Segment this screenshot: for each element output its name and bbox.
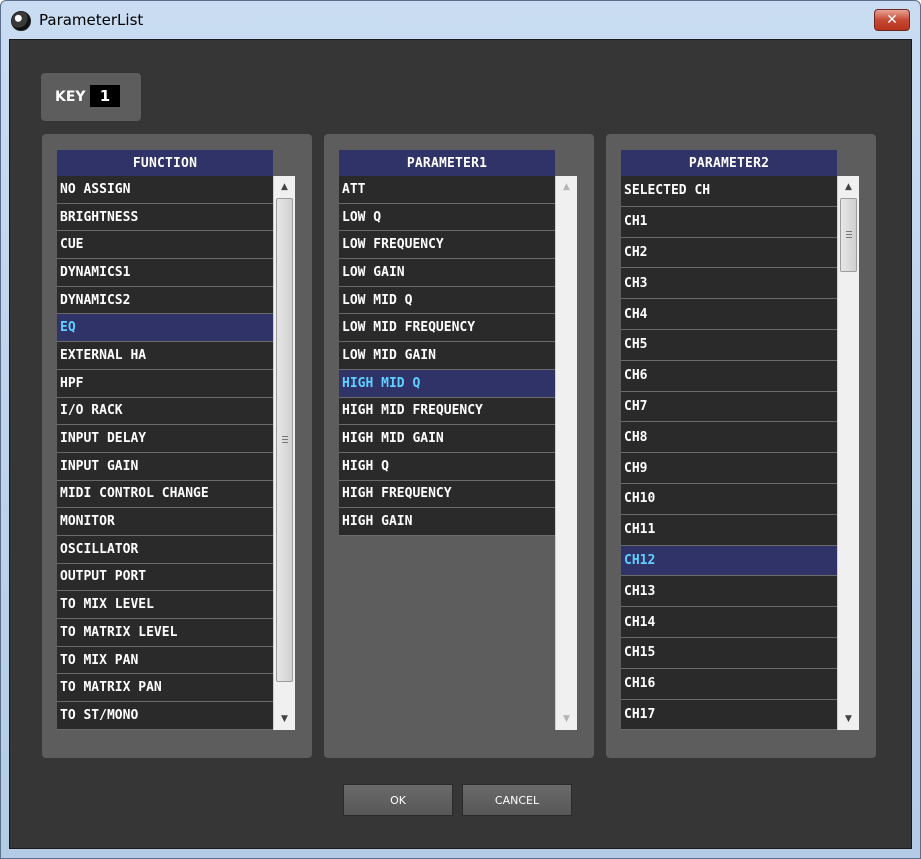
list-item[interactable]: CH14 (621, 607, 837, 638)
scroll-thumb[interactable] (840, 198, 857, 272)
list-item[interactable]: NO ASSIGN (57, 176, 273, 204)
list-item[interactable]: HIGH FREQUENCY (339, 481, 555, 509)
list-item[interactable]: CUE (57, 231, 273, 260)
list-item[interactable]: CH7 (621, 392, 837, 423)
list-item[interactable]: HIGH MID GAIN (339, 425, 555, 453)
list-item[interactable]: INPUT DELAY (57, 425, 273, 453)
list-item[interactable]: CH9 (621, 453, 837, 484)
parameter1-panel: PARAMETER1 ATT LOW Q LOW FREQUENCY LOW GAIN… (324, 134, 594, 758)
scroll-up-icon[interactable]: ▲ (838, 178, 859, 196)
list-item[interactable]: CH16 (621, 669, 837, 700)
list-item[interactable]: HIGH GAIN (339, 508, 555, 536)
function-header: FUNCTION (57, 150, 273, 176)
list-item[interactable]: CH6 (621, 361, 837, 392)
parameter1-scrollbar[interactable]: ▲ ▼ (555, 176, 577, 730)
list-item[interactable]: BRIGHTNESS (57, 204, 273, 232)
list-item[interactable]: CH13 (621, 576, 837, 608)
dialog-body: KEY 1 FUNCTION NO ASSIGN BRIGHTNESS CUE DYN… (9, 39, 912, 849)
scroll-down-icon[interactable]: ▼ (556, 710, 577, 728)
list-item[interactable]: LOW Q (339, 204, 555, 232)
list-item[interactable]: CH15 (621, 638, 837, 669)
list-item[interactable]: HPF (57, 370, 273, 398)
scroll-up-icon[interactable]: ▲ (556, 178, 577, 196)
window-title: ParameterList (39, 11, 144, 29)
scroll-down-icon[interactable]: ▼ (838, 710, 859, 728)
list-item[interactable]: EXTERNAL HA (57, 342, 273, 370)
list-item[interactable]: I/O RACK (57, 398, 273, 426)
list-item[interactable]: CH11 (621, 515, 837, 546)
close-icon: ✕ (886, 12, 898, 28)
list-item[interactable]: SELECTED CH (621, 176, 837, 207)
parameter2-header: PARAMETER2 (621, 150, 837, 176)
list-item[interactable]: EQ (57, 314, 273, 343)
list-item[interactable]: ATT (339, 176, 555, 204)
list-item[interactable]: LOW MID FREQUENCY (339, 314, 555, 343)
cancel-button[interactable]: CANCEL (462, 784, 572, 816)
key-box: KEY 1 (41, 73, 141, 121)
list-item[interactable]: CH1 (621, 207, 837, 238)
function-scrollbar[interactable]: ▲ ▼ (273, 176, 295, 730)
list-item[interactable]: TO MATRIX PAN (57, 674, 273, 703)
scroll-thumb[interactable] (276, 198, 293, 682)
list-item[interactable]: DYNAMICS2 (57, 287, 273, 315)
list-item[interactable]: HIGH MID FREQUENCY (339, 398, 555, 426)
list-item[interactable]: TO MIX PAN (57, 647, 273, 675)
parameter1-header: PARAMETER1 (339, 150, 555, 176)
list-item[interactable]: CH4 (621, 299, 837, 330)
list-item[interactable]: INPUT GAIN (57, 453, 273, 481)
scroll-up-icon[interactable]: ▲ (274, 178, 295, 196)
parameter1-list[interactable]: ATT LOW Q LOW FREQUENCY LOW GAIN LOW MID Q LO… (339, 176, 555, 536)
list-item[interactable]: DYNAMICS1 (57, 259, 273, 287)
list-item[interactable]: MONITOR (57, 508, 273, 536)
ok-button[interactable]: OK (343, 784, 453, 816)
list-item[interactable]: LOW GAIN (339, 259, 555, 287)
key-value: 1 (90, 85, 120, 107)
function-list[interactable]: NO ASSIGN BRIGHTNESS CUE DYNAMICS1 DYNAMICS2… (57, 176, 273, 730)
parameter-list-window: ParameterList ✕ KEY 1 FUNCTION NO ASSIGN… (0, 0, 921, 859)
parameter2-list[interactable]: SELECTED CH CH1 CH2 CH3 CH4 CH5 CH6 CH7 CH8 CH9 CH… (621, 176, 837, 730)
parameter2-scrollbar[interactable]: ▲ ▼ (837, 176, 859, 730)
list-item[interactable]: TO MATRIX LEVEL (57, 619, 273, 647)
list-item[interactable]: CH8 (621, 422, 837, 454)
list-item[interactable]: OUTPUT PORT (57, 564, 273, 592)
list-item[interactable]: LOW MID Q (339, 287, 555, 315)
scroll-down-icon[interactable]: ▼ (274, 710, 295, 728)
key-label: KEY (55, 89, 86, 105)
title-bar[interactable]: ParameterList ✕ (1, 1, 920, 39)
list-item[interactable]: CH5 (621, 330, 837, 361)
list-item[interactable]: CH12 (621, 545, 837, 577)
list-item[interactable]: HIGH Q (339, 453, 555, 481)
list-item[interactable]: LOW FREQUENCY (339, 231, 555, 260)
list-item[interactable]: CH10 (621, 484, 837, 515)
list-item[interactable]: CH17 (621, 700, 837, 730)
list-item[interactable]: CH2 (621, 238, 837, 269)
parameter2-panel: PARAMETER2 SELECTED CH CH1 CH2 CH3 CH4 CH5 CH6… (606, 134, 876, 758)
list-item[interactable]: CH3 (621, 268, 837, 300)
list-item[interactable]: MIDI CONTROL CHANGE (57, 481, 273, 509)
app-icon (11, 11, 31, 31)
list-item[interactable]: TO ST/MONO (57, 702, 273, 730)
close-button[interactable]: ✕ (874, 9, 910, 31)
list-item[interactable]: HIGH MID Q (339, 369, 555, 398)
function-panel: FUNCTION NO ASSIGN BRIGHTNESS CUE DYNAMICS1… (42, 134, 312, 758)
list-item[interactable]: LOW MID GAIN (339, 342, 555, 370)
list-item[interactable]: OSCILLATOR (57, 536, 273, 564)
list-item[interactable]: TO MIX LEVEL (57, 591, 273, 619)
